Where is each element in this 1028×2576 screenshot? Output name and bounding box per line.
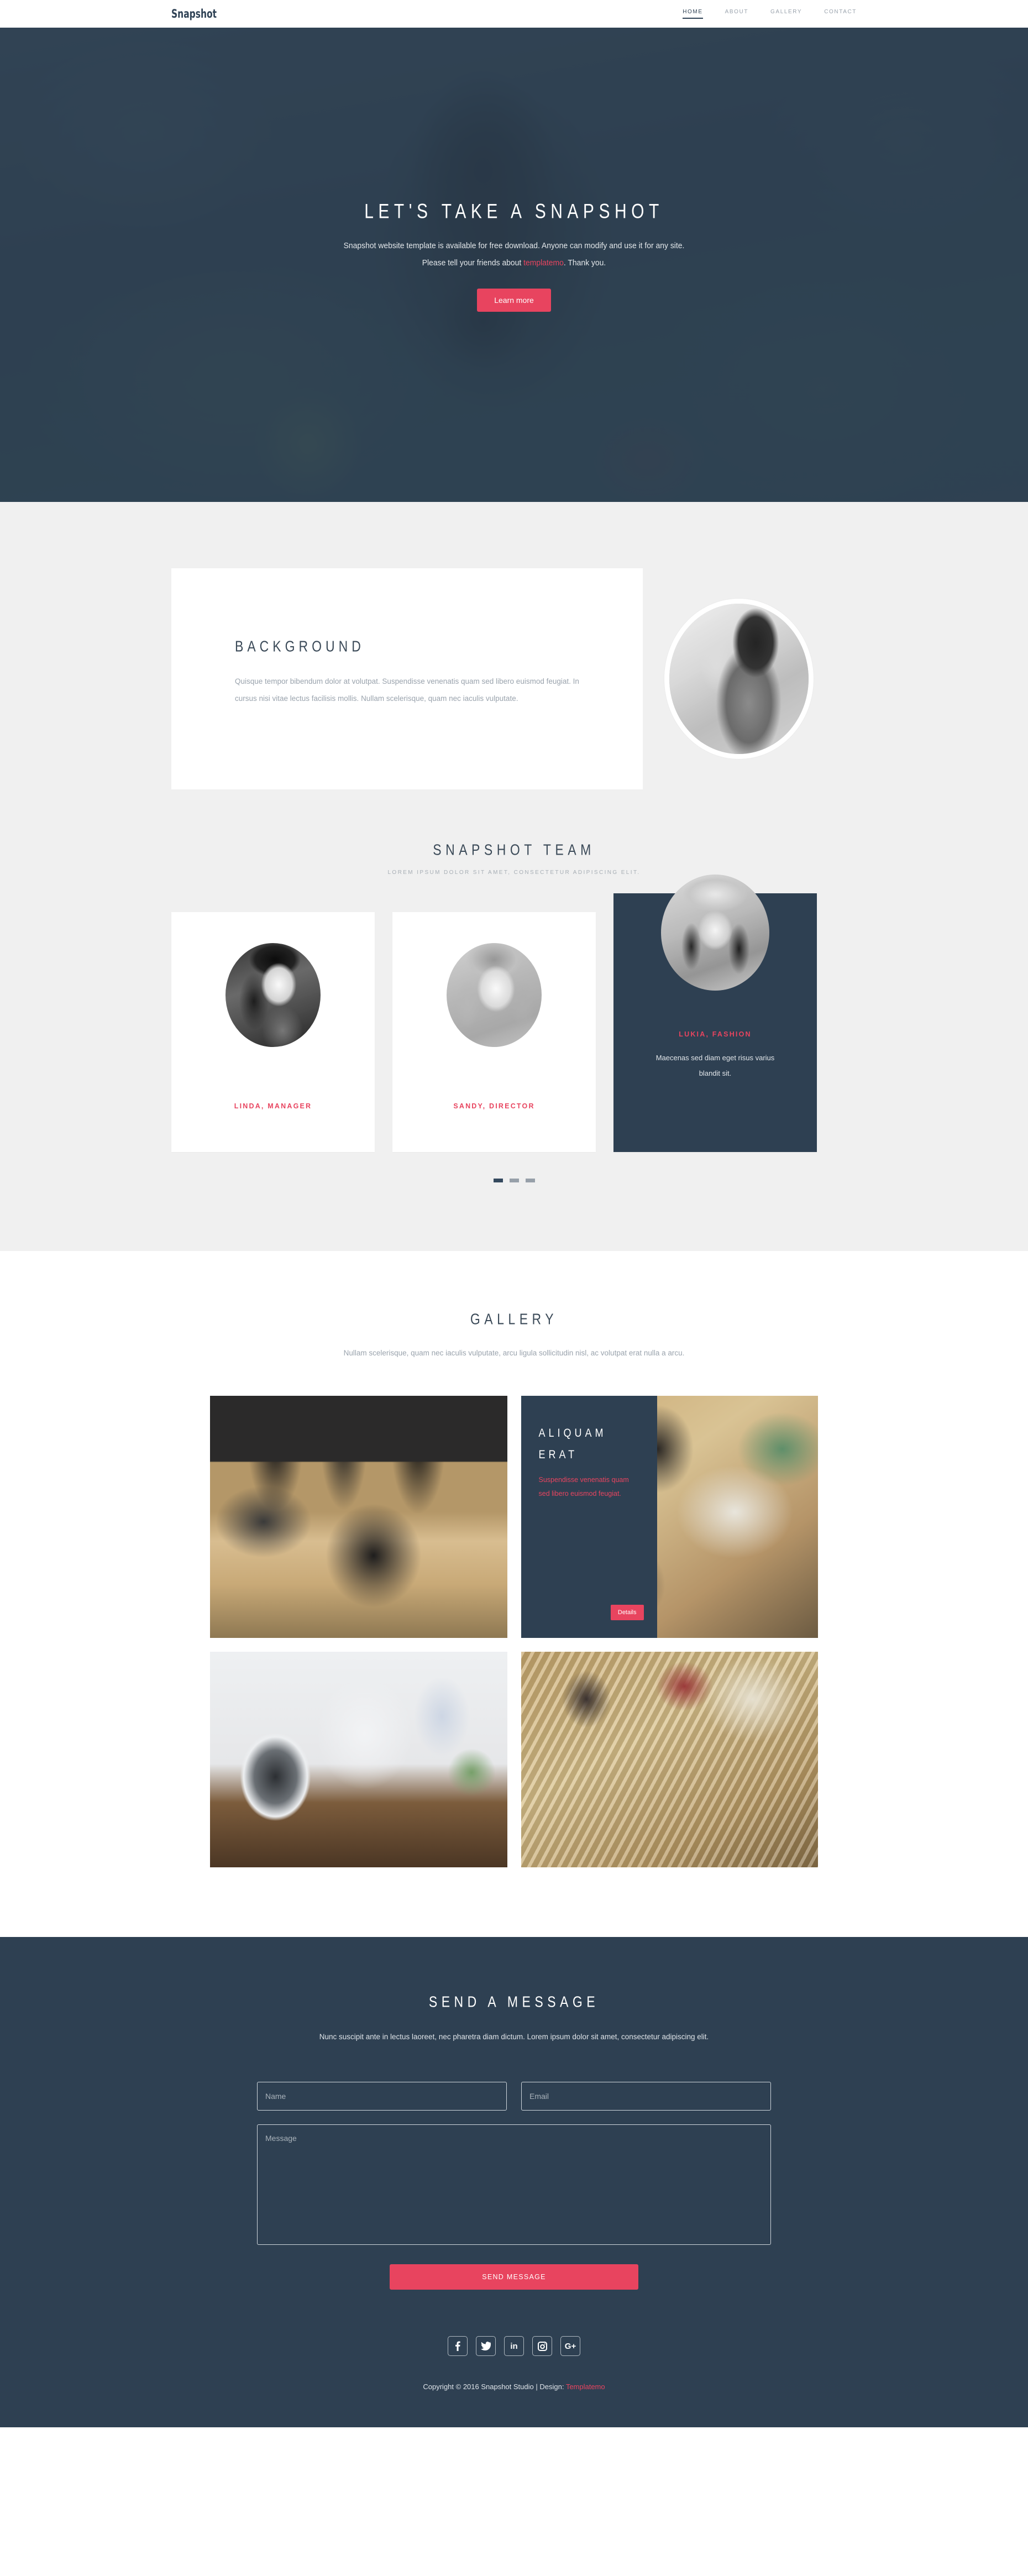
team-photo-lukia xyxy=(661,875,769,991)
gallery-section: GALLERY Nullam scelerisque, quam nec iac… xyxy=(0,1251,1028,1937)
team-card-lukia[interactable]: LUKIA, FASHION Maecenas sed diam eget ri… xyxy=(613,875,817,1152)
nav-links: HOME ABOUT GALLERY CONTACT xyxy=(683,9,857,19)
templatemo-footer-link[interactable]: Templatemo xyxy=(566,2383,605,2391)
brand-logo[interactable]: Snapshot xyxy=(171,7,217,20)
team-photo-linda xyxy=(225,943,321,1047)
message-textarea[interactable] xyxy=(257,2124,771,2245)
team-desc-lukia: Maecenas sed diam eget risus varius blan… xyxy=(655,1054,775,1077)
gallery-details-button[interactable]: Details xyxy=(610,1605,644,1620)
instagram-icon[interactable] xyxy=(532,2336,552,2356)
nav-item-home[interactable]: HOME xyxy=(683,9,703,19)
carousel-dot-2[interactable] xyxy=(509,1179,519,1182)
contact-subheading: Nunc suscipit ante in lectus laoreet, ne… xyxy=(319,2033,709,2041)
carousel-dot-1[interactable] xyxy=(493,1179,503,1182)
team-section: SNAPSHOT TEAM LOREM IPSUM DOLOR SIT AMET… xyxy=(0,789,1028,1251)
background-heading: BACKGROUND xyxy=(235,637,365,655)
carousel-dot-3[interactable] xyxy=(525,1179,535,1182)
team-subheading: LOREM IPSUM DOLOR SIT AMET, CONSECTETUR … xyxy=(387,870,641,876)
background-wrap: BACKGROUND Quisque tempor bibendum dolor… xyxy=(171,568,857,789)
gallery-overlay-text: Suspendisse venenatis quam sed libero eu… xyxy=(538,1476,629,1498)
nav-item-about[interactable]: ABOUT xyxy=(725,9,748,18)
name-input[interactable] xyxy=(257,2082,507,2111)
social-links: in G+ xyxy=(0,2336,1028,2356)
templatemo-link[interactable]: templatemo xyxy=(523,259,564,268)
page-root: Snapshot HOME ABOUT GALLERY CONTACT LET'… xyxy=(0,0,1028,2427)
email-input[interactable] xyxy=(521,2082,771,2111)
linkedin-icon[interactable]: in xyxy=(504,2336,524,2356)
contact-form-row xyxy=(257,2082,771,2111)
background-section: BACKGROUND Quisque tempor bibendum dolor… xyxy=(0,502,1028,789)
gallery-item-desk-signs[interactable]: ALIQUAM ERAT Suspendisse venenatis quam … xyxy=(521,1396,818,1638)
hero-subtitle-line2-after: . Thank you. xyxy=(563,259,606,268)
top-navbar: Snapshot HOME ABOUT GALLERY CONTACT xyxy=(0,0,1028,28)
gallery-overlay-title-line1: ALIQUAM xyxy=(538,1426,607,1439)
contact-heading: SEND A MESSAGE xyxy=(428,1993,600,2010)
team-card-linda[interactable]: LINDA, MANAGER xyxy=(171,912,375,1152)
gallery-grid: ALIQUAM ERAT Suspendisse venenatis quam … xyxy=(210,1396,818,1867)
navbar-inner: Snapshot HOME ABOUT GALLERY CONTACT xyxy=(171,7,857,20)
gallery-item-cameras[interactable] xyxy=(210,1396,507,1638)
team-carousel-dots xyxy=(171,1179,857,1182)
gallery-overlay-title-line2: ERAT xyxy=(538,1448,578,1461)
gallery-heading: GALLERY xyxy=(470,1310,558,1328)
team-photo-sandy xyxy=(447,943,542,1047)
contact-section: SEND A MESSAGE Nunc suscipit ante in lec… xyxy=(0,1937,1028,2427)
gallery-subheading: Nullam scelerisque, quam nec iaculis vul… xyxy=(343,1349,685,1357)
hero-subtitle-line2-before: Please tell your friends about xyxy=(422,259,524,268)
nav-item-contact[interactable]: CONTACT xyxy=(824,9,857,18)
hero-subtitle: Snapshot website template is available f… xyxy=(286,238,742,272)
gallery-item-speaker-desk[interactable] xyxy=(210,1652,507,1867)
background-card: BACKGROUND Quisque tempor bibendum dolor… xyxy=(171,568,643,789)
google-plus-icon[interactable]: G+ xyxy=(560,2336,580,2356)
copyright-text: Copyright © 2016 Snapshot Studio | Desig… xyxy=(0,2383,1028,2391)
team-name-lukia: LUKIA, FASHION xyxy=(679,1030,752,1038)
hero-content: LET'S TAKE A SNAPSHOT Snapshot website t… xyxy=(171,28,857,312)
send-message-button[interactable]: SEND MESSAGE xyxy=(390,2264,638,2290)
learn-more-button[interactable]: Learn more xyxy=(477,289,551,312)
background-text: Quisque tempor bibendum dolor at volutpa… xyxy=(235,677,579,703)
gallery-overlay-card: ALIQUAM ERAT Suspendisse venenatis quam … xyxy=(521,1396,657,1638)
contact-form: SEND MESSAGE xyxy=(257,2082,771,2290)
copyright-before: Copyright © 2016 Snapshot Studio | Desig… xyxy=(423,2383,566,2391)
team-card-row: LINDA, MANAGER SANDY, DIRECTOR LUKIA, FA… xyxy=(171,875,857,1152)
team-card-sandy[interactable]: SANDY, DIRECTOR xyxy=(392,912,596,1152)
background-portrait xyxy=(664,599,814,759)
team-heading: SNAPSHOT TEAM xyxy=(433,841,595,858)
gallery-item-rulers[interactable] xyxy=(521,1652,818,1867)
background-portrait-image xyxy=(669,604,809,754)
hero-title: LET'S TAKE A SNAPSHOT xyxy=(364,200,664,223)
team-name-linda: LINDA, MANAGER xyxy=(234,1102,312,1110)
gallery-overlay-title: ALIQUAM ERAT xyxy=(539,1422,641,1465)
facebook-icon[interactable] xyxy=(448,2336,468,2356)
twitter-icon[interactable] xyxy=(476,2336,496,2356)
hero-section: LET'S TAKE A SNAPSHOT Snapshot website t… xyxy=(0,28,1028,502)
team-name-sandy: SANDY, DIRECTOR xyxy=(453,1102,535,1110)
hero-subtitle-line1: Snapshot website template is available f… xyxy=(343,242,685,250)
nav-item-gallery[interactable]: GALLERY xyxy=(770,9,802,18)
